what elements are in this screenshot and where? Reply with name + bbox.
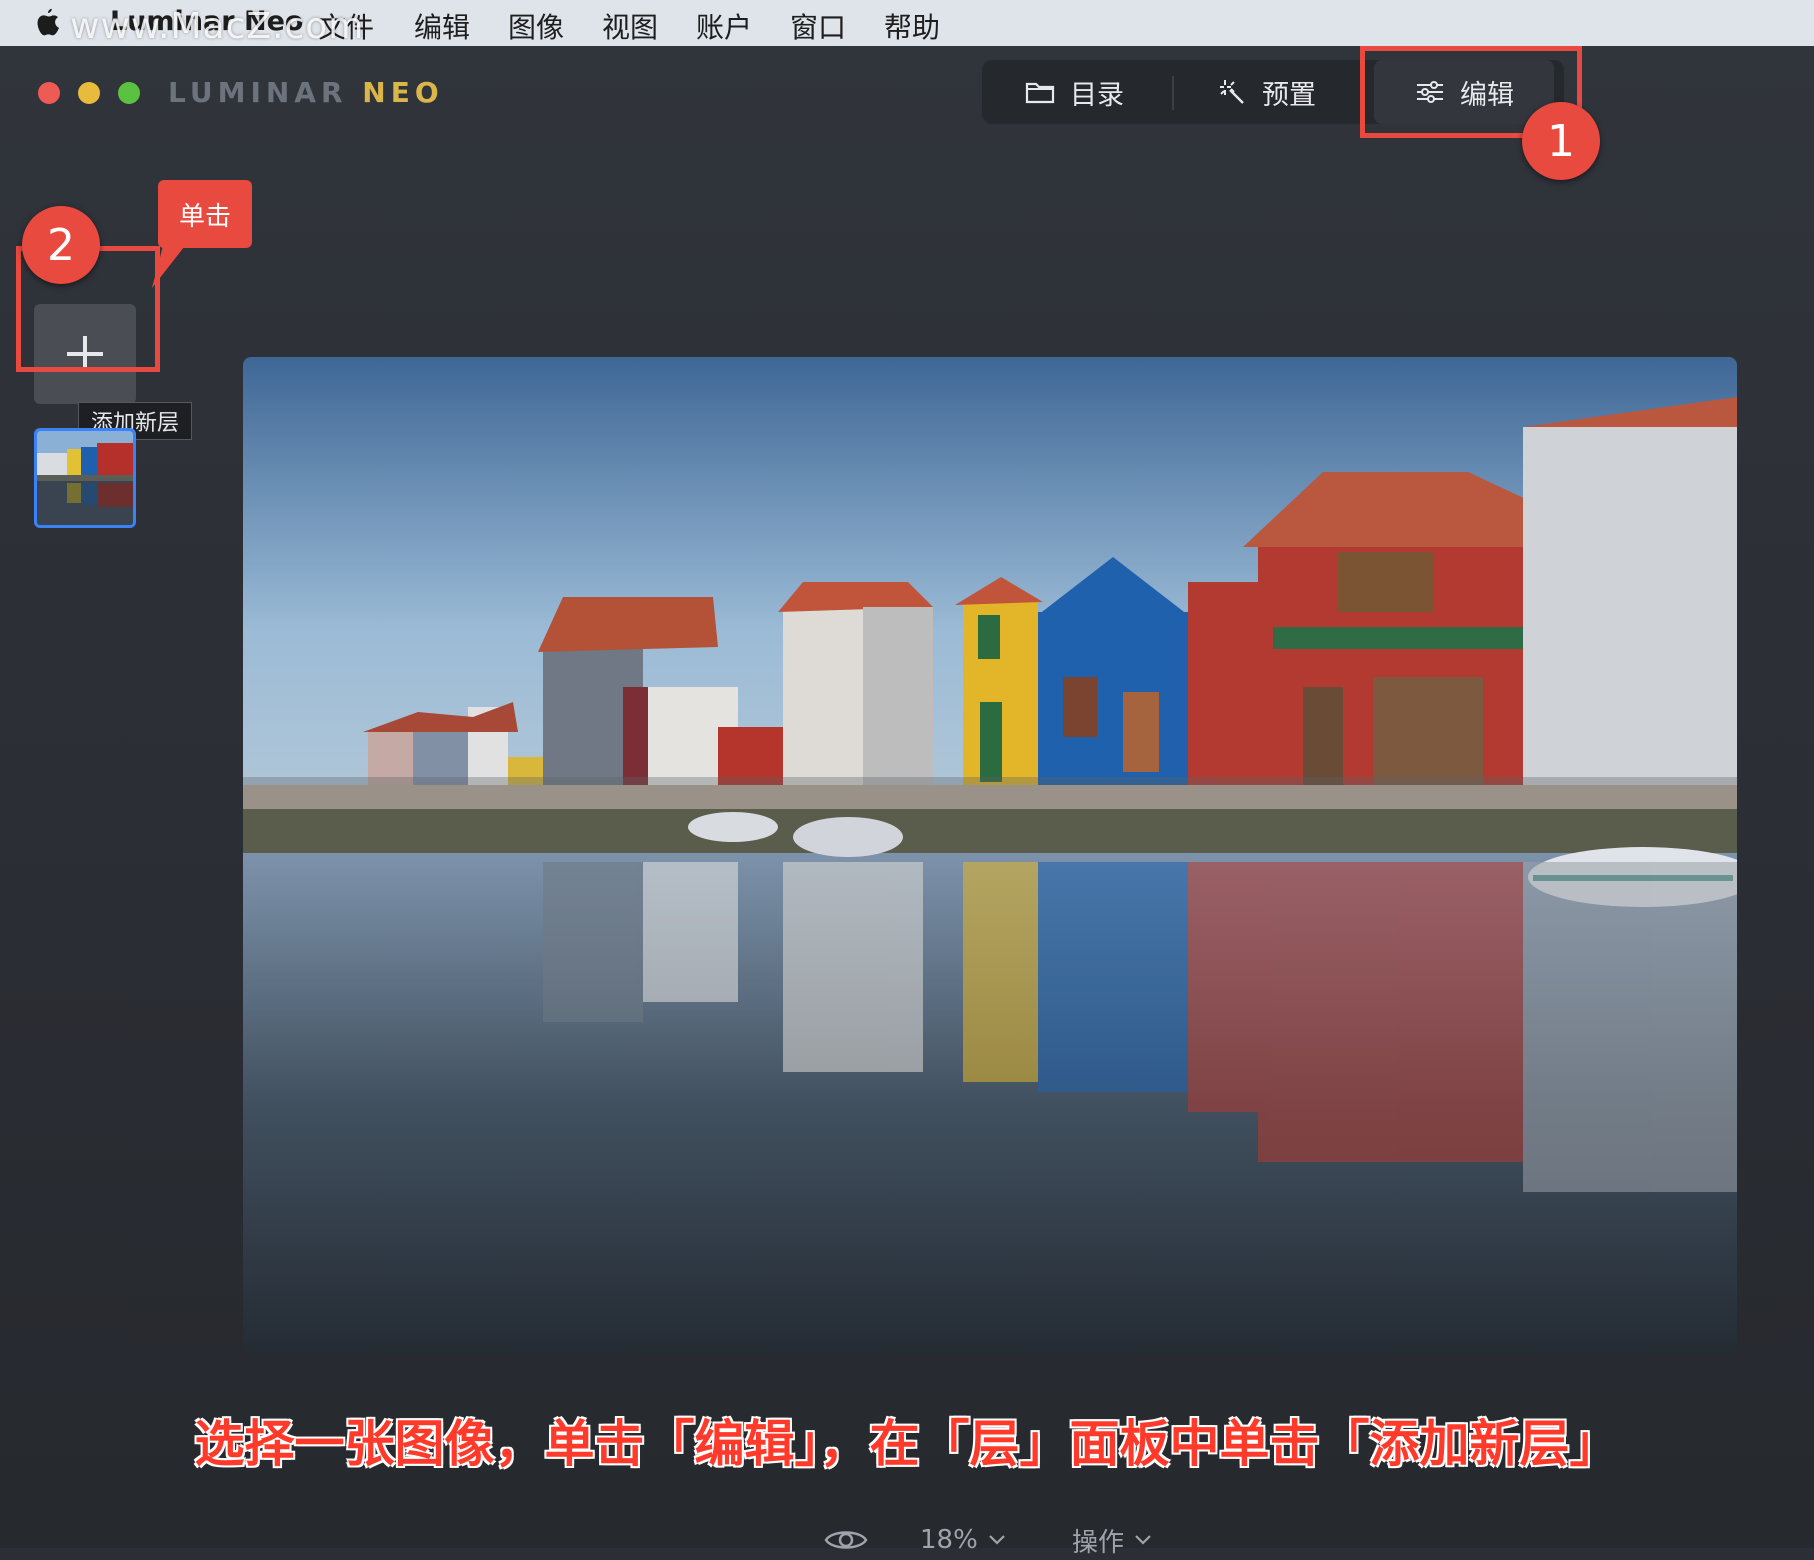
app-window: LUMINAR NEO 目录 预置 编辑 添加新层 1 2 单击 选择一张图像，…	[0, 46, 1814, 1558]
close-button[interactable]	[38, 82, 60, 104]
logo-neo-text: NEO	[362, 76, 444, 109]
tab-presets-label: 预置	[1262, 79, 1316, 111]
folder-icon	[1025, 82, 1055, 104]
preview-toggle[interactable]	[824, 1520, 868, 1560]
menu-image[interactable]: 图像	[508, 6, 564, 46]
apple-icon[interactable]	[28, 4, 68, 42]
actions-label: 操作	[1072, 1527, 1125, 1558]
tab-presets[interactable]: 预置	[1216, 60, 1316, 124]
app-logo: LUMINAR NEO	[168, 76, 444, 109]
instruction-caption: 选择一张图像，单击「编辑」，在「层」面板中单击「添加新层」	[194, 1415, 1620, 1473]
menu-window[interactable]: 窗口	[790, 6, 846, 46]
tab-catalog[interactable]: 目录	[1024, 60, 1124, 124]
step-badge-1: 1	[1522, 102, 1600, 180]
callout-pointer	[152, 242, 188, 288]
zoom-button[interactable]	[118, 82, 140, 104]
click-callout: 单击	[158, 180, 252, 248]
zoom-level: 18%	[920, 1525, 978, 1555]
photo-canvas[interactable]	[243, 357, 1737, 1355]
layer-thumbnail[interactable]	[34, 428, 136, 528]
menu-bar: Luminar Neo 文件 编辑 图像 视图 账户 窗口 帮助 www.Mac…	[0, 0, 1814, 47]
chevron-down-icon	[1135, 1535, 1151, 1545]
menu-view[interactable]: 视图	[602, 6, 658, 46]
nav-divider	[1172, 76, 1174, 110]
actions-dropdown[interactable]: 操作	[1072, 1520, 1152, 1560]
menu-account[interactable]: 账户	[696, 6, 752, 46]
menu-help[interactable]: 帮助	[884, 6, 940, 46]
menu-edit[interactable]: 编辑	[414, 6, 470, 46]
logo-luminar-text: LUMINAR	[168, 76, 348, 109]
chevron-down-icon	[989, 1535, 1005, 1545]
tab-catalog-label: 目录	[1070, 79, 1124, 111]
eye-icon	[824, 1531, 868, 1549]
step-badge-2: 2	[22, 206, 100, 284]
minimize-button[interactable]	[78, 82, 100, 104]
magic-wand-icon	[1220, 80, 1244, 104]
zoom-dropdown[interactable]: 18%	[920, 1520, 1006, 1560]
watermark: www.MacZ.com	[70, 6, 365, 47]
